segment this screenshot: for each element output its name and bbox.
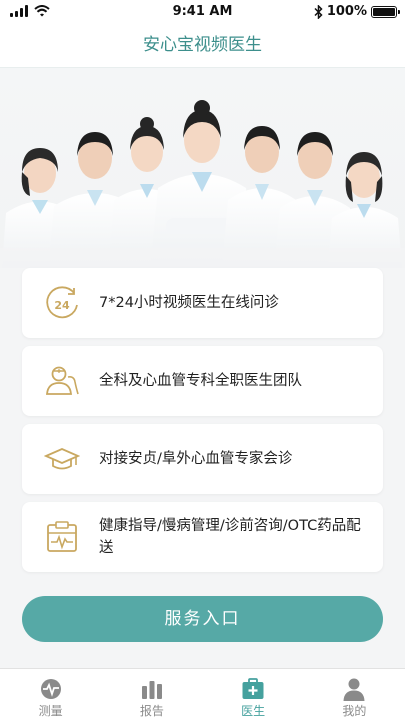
- doctor-team-icon: [46, 366, 79, 395]
- tab-label: 我的: [342, 704, 367, 718]
- battery-icon: [371, 5, 400, 18]
- service-entry-button[interactable]: 服务入口: [22, 596, 383, 642]
- page-title: 安心宝视频医生: [0, 24, 405, 68]
- feature-text: 7*24小时视频医生在线问诊: [99, 295, 279, 311]
- person-icon: [343, 678, 365, 701]
- tab-label: 测量: [38, 704, 63, 718]
- tab-mine[interactable]: 我的: [304, 669, 405, 720]
- status-bar: 9:41 AM 100%: [0, 0, 405, 24]
- tab-report[interactable]: 报告: [101, 669, 202, 720]
- bar-chart-icon: [141, 681, 162, 699]
- feature-card-online-consult: 24 7*24小时视频医生在线问诊: [22, 268, 383, 338]
- feature-text: 健康指导/慢病管理/诊前咨询/OTC药品配送: [99, 518, 361, 556]
- clock-24-icon: 24: [46, 286, 78, 319]
- doctors-banner-image: [0, 68, 405, 268]
- battery-percent: 100%: [326, 4, 367, 19]
- medical-kit-icon: [242, 678, 264, 699]
- feature-card-expert-consult: 对接安贞/阜外心血管专家会诊: [22, 424, 383, 494]
- heartbeat-icon: [40, 679, 61, 699]
- tab-bar: 测量 报告 医生 我的: [0, 668, 405, 720]
- feature-card-health-services: 健康指导/慢病管理/诊前咨询/OTC药品配送: [22, 502, 383, 572]
- status-right: 100%: [314, 4, 400, 19]
- bluetooth-icon: [314, 4, 323, 19]
- tab-label: 报告: [139, 704, 164, 718]
- clipboard-ecg-icon: [47, 521, 77, 552]
- feature-card-doctor-team: 全科及心血管专科全职医生团队: [22, 346, 383, 416]
- main-content: 24 7*24小时视频医生在线问诊 全科及心血管专科全职医生团队 对接安贞/阜外…: [0, 68, 405, 668]
- feature-text: 对接安贞/阜外心血管专家会诊: [99, 451, 293, 467]
- tab-label: 医生: [241, 704, 266, 718]
- tab-doctor[interactable]: 医生: [203, 669, 304, 720]
- tab-measure[interactable]: 测量: [0, 669, 101, 720]
- graduation-cap-icon: [44, 448, 80, 470]
- feature-text: 全科及心血管专科全职医生团队: [99, 373, 302, 389]
- svg-text:24: 24: [54, 299, 70, 312]
